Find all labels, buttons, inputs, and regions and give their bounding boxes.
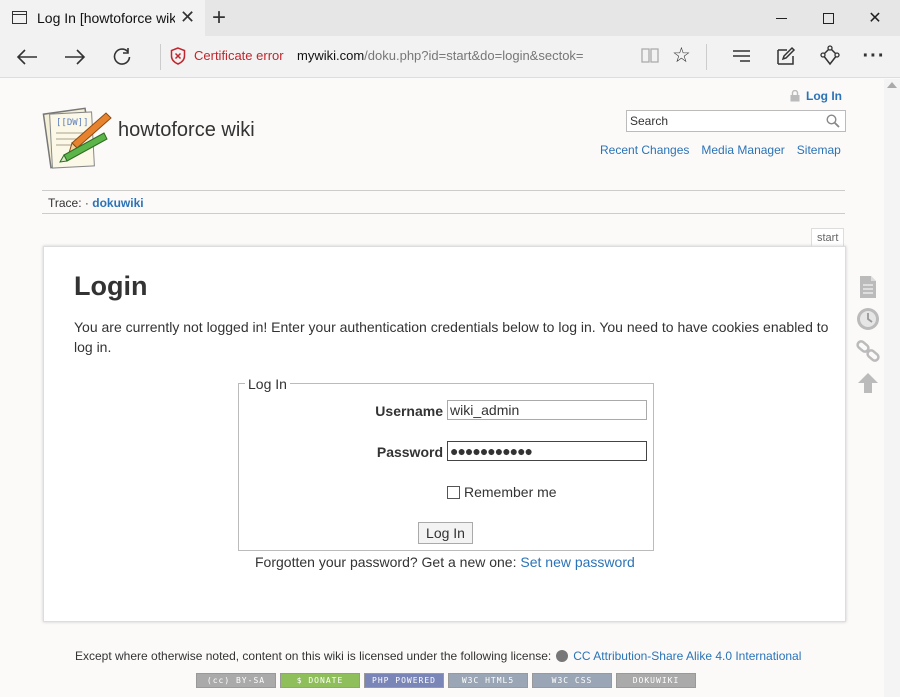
more-icon[interactable]: ··· (862, 44, 886, 68)
backlinks-icon[interactable] (856, 339, 880, 363)
license-notice: Except where otherwise noted, content on… (75, 649, 801, 663)
intro-text: You are currently not logged in! Enter y… (74, 319, 829, 355)
back-icon[interactable] (12, 42, 42, 72)
show-page-icon[interactable] (856, 275, 880, 299)
scroll-up-icon[interactable] (887, 82, 897, 88)
search-box (626, 110, 846, 132)
form-legend: Log In (245, 376, 290, 392)
web-note-icon[interactable] (774, 44, 798, 68)
search-input[interactable] (627, 111, 821, 131)
divider (42, 213, 845, 214)
php-powered-badge[interactable]: PHP POWERED (364, 673, 444, 688)
footer-badges: (cc) BY-SA $ DONATE PHP POWERED W3C HTML… (196, 673, 696, 688)
w3c-html5-badge[interactable]: W3C HTML5 (448, 673, 528, 688)
old-revisions-icon[interactable] (856, 307, 880, 331)
username-field[interactable]: wiki_admin (447, 400, 647, 420)
login-form: Log In Username wiki_admin Password ●●●●… (238, 376, 654, 551)
vertical-scrollbar[interactable] (884, 79, 900, 697)
favorite-star-icon[interactable]: ☆ (672, 43, 691, 68)
donate-badge[interactable]: $ DONATE (280, 673, 360, 688)
page-title: Login (74, 271, 148, 301)
content-panel: Login You are currently not logged in! E… (43, 246, 846, 622)
remember-me-checkbox[interactable] (447, 486, 460, 499)
breadcrumb-item-dokuwiki[interactable]: dokuwiki (92, 196, 143, 210)
url-path: /doku.php?id=start&do=login&sectok= (364, 48, 584, 63)
password-label: Password (376, 444, 443, 460)
minimize-button[interactable] (758, 0, 804, 36)
share-icon[interactable] (818, 44, 842, 68)
breadcrumb: Trace: · dokuwiki (48, 196, 144, 210)
lock-icon (790, 90, 800, 102)
reading-view-icon[interactable] (640, 45, 660, 65)
w3c-css-badge[interactable]: W3C CSS (532, 673, 612, 688)
license-link[interactable]: CC Attribution-Share Alike 4.0 Internati… (573, 649, 801, 663)
breadcrumb-separator: · (84, 196, 89, 210)
refresh-icon[interactable] (107, 42, 137, 72)
dokuwiki-badge[interactable]: DOKUWIKI (616, 673, 696, 688)
forgot-password-text: Forgotten your password? Get a new one: (255, 554, 517, 570)
username-label: Username (375, 403, 443, 419)
address-bar-row: Certificate error mywiki.com/doku.php?id… (0, 36, 900, 78)
close-tab-icon[interactable]: ✕ (180, 7, 195, 28)
url-field[interactable]: mywiki.com/doku.php?id=start&do=login&se… (297, 48, 584, 63)
login-link[interactable]: Log In (790, 89, 842, 103)
tab-title: Log In [howtoforce wiki (37, 10, 175, 26)
recent-changes-link[interactable]: Recent Changes (600, 143, 689, 157)
divider (160, 44, 161, 70)
globe-icon (556, 650, 569, 662)
back-to-top-icon[interactable] (856, 371, 880, 395)
certificate-error-label[interactable]: Certificate error (194, 48, 284, 63)
divider (706, 44, 707, 70)
sitemap-link[interactable]: Sitemap (797, 143, 841, 157)
wiki-page: [[DW]] howtoforce wiki Log In Recent Cha… (0, 79, 884, 697)
license-text: Except where otherwise noted, content on… (75, 649, 552, 663)
site-tools: Recent Changes Media Manager Sitemap (600, 143, 841, 157)
maximize-button[interactable] (805, 0, 851, 36)
dokuwiki-logo[interactable]: [[DW]] (42, 103, 112, 173)
cc-by-sa-badge[interactable]: (cc) BY-SA (196, 673, 276, 688)
title-bar: Log In [howtoforce wiki ✕ + ✕ (0, 0, 900, 36)
page-id-tab: start (811, 228, 845, 247)
site-title[interactable]: howtoforce wiki (118, 119, 255, 142)
set-new-password-link[interactable]: Set new password (520, 554, 634, 570)
svg-text:[[DW]]: [[DW]] (56, 118, 89, 128)
remember-me-label[interactable]: Remember me (464, 484, 557, 500)
forward-icon[interactable] (60, 42, 90, 72)
certificate-error-icon[interactable] (170, 47, 186, 65)
hub-icon[interactable] (730, 44, 754, 68)
divider (42, 190, 845, 191)
forgot-password: Forgotten your password? Get a new one: … (255, 554, 635, 570)
page-icon (12, 11, 27, 24)
password-field[interactable]: ●●●●●●●●●●● (447, 441, 647, 461)
breadcrumb-label: Trace: (48, 196, 82, 210)
media-manager-link[interactable]: Media Manager (701, 143, 784, 157)
search-icon[interactable] (826, 114, 840, 128)
close-window-button[interactable]: ✕ (852, 0, 898, 36)
login-button[interactable]: Log In (418, 522, 473, 544)
browser-window: Log In [howtoforce wiki ✕ + ✕ Certificat… (0, 0, 900, 697)
browser-tab[interactable]: Log In [howtoforce wiki ✕ (0, 0, 205, 36)
new-tab-icon[interactable]: + (212, 4, 226, 32)
url-domain: mywiki.com (297, 48, 365, 63)
login-link-label: Log In (806, 89, 842, 103)
